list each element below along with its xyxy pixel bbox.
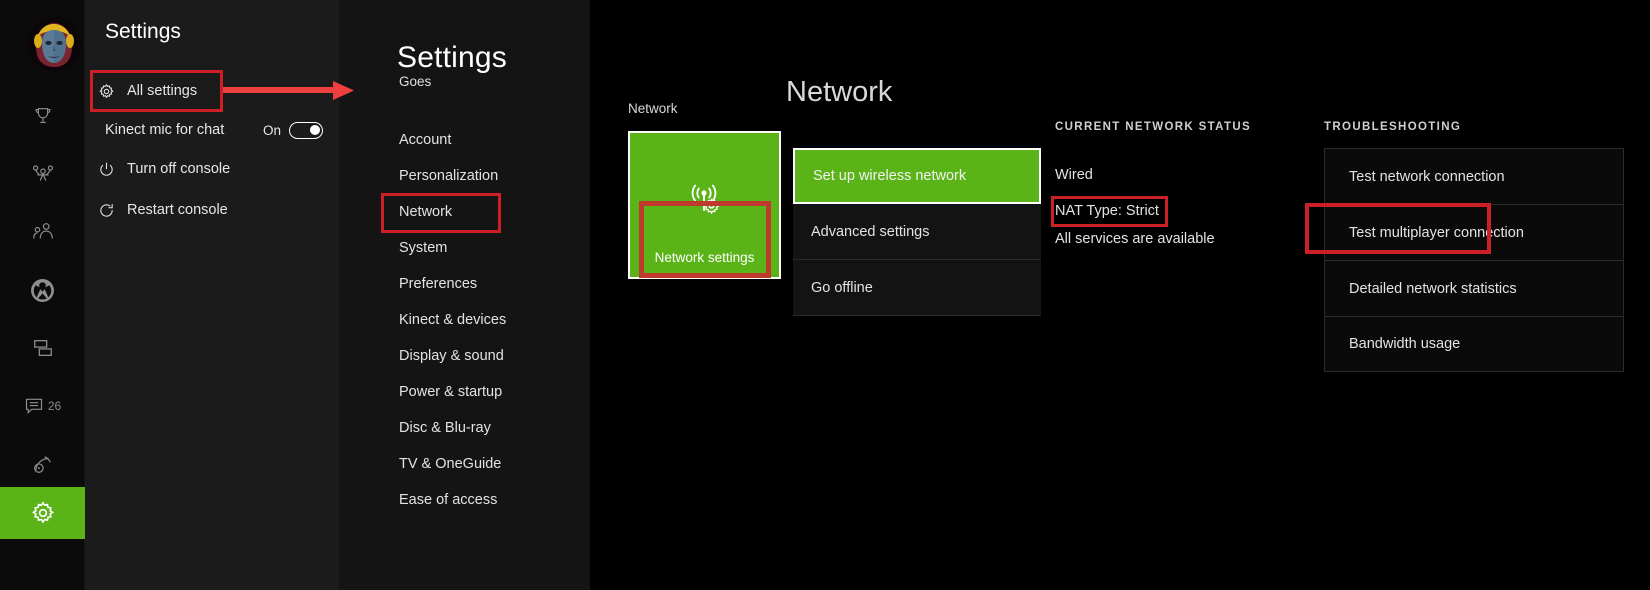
flyout-item-all-settings[interactable]: All settings [85, 71, 339, 111]
troubleshooting-label: Detailed network statistics [1349, 280, 1517, 297]
troubleshooting-test-multiplayer-connection[interactable]: Test multiplayer connection [1324, 204, 1624, 260]
page-title: Network [786, 76, 893, 108]
flyout-item-label: Kinect mic for chat [105, 122, 225, 138]
menu-item-display-sound[interactable]: Display & sound [339, 338, 590, 374]
menu-item-ease-of-access[interactable]: Ease of access [339, 482, 590, 518]
wireless-settings-icon [630, 181, 779, 221]
menu-item-system[interactable]: System [339, 230, 590, 266]
action-label: Set up wireless network [813, 168, 967, 184]
restart-icon [85, 202, 127, 219]
settings-menu-column: Settings Goes Account Personalization Ne… [339, 0, 590, 590]
xbox-logo-icon[interactable] [0, 261, 85, 319]
status-line-wired: Wired [1055, 167, 1093, 183]
menu-item-label: Power & startup [399, 384, 503, 400]
troubleshooting-list: Test network connection Test multiplayer… [1324, 148, 1624, 372]
settings-flyout-pane: Settings All settings Kinect mic for cha… [85, 0, 339, 590]
user-avatar[interactable] [27, 17, 81, 71]
left-icon-rail: 26 [0, 0, 85, 590]
achievements-trophy-icon[interactable] [0, 87, 85, 145]
menu-item-label: TV & OneGuide [399, 456, 502, 472]
menu-item-label: Ease of access [399, 492, 498, 508]
menu-item-tv-oneguide[interactable]: TV & OneGuide [339, 446, 590, 482]
toggle-knob [310, 124, 320, 135]
network-page-content: Network Network Network settings Set up … [590, 0, 1650, 590]
troubleshooting-heading: TROUBLESHOOTING [1324, 121, 1462, 133]
menu-item-network[interactable]: Network [339, 194, 590, 230]
troubleshooting-label: Test network connection [1349, 168, 1505, 185]
troubleshooting-test-network-connection[interactable]: Test network connection [1324, 148, 1624, 204]
network-actions-list: Set up wireless network Advanced setting… [793, 148, 1041, 316]
status-line-nat-type: NAT Type: Strict [1055, 203, 1159, 219]
sidebar-item-settings[interactable] [0, 487, 85, 539]
gear-icon [85, 83, 127, 100]
status-line-services: All services are available [1055, 231, 1215, 247]
network-column-label: Network [628, 101, 678, 116]
menu-item-label: Account [399, 132, 452, 148]
menu-item-disc-bluray[interactable]: Disc & Blu-ray [339, 410, 590, 446]
flyout-item-turn-off-console[interactable]: Turn off console [85, 149, 339, 189]
action-advanced-settings[interactable]: Advanced settings [793, 204, 1041, 260]
current-network-status-heading: CURRENT NETWORK STATUS [1055, 121, 1252, 133]
multitask-snap-icon[interactable] [0, 319, 85, 377]
menu-item-label: Network [399, 204, 453, 220]
settings-menu-subtitle: Goes [399, 74, 432, 89]
menu-item-label: Display & sound [399, 348, 504, 364]
menu-item-kinect-devices[interactable]: Kinect & devices [339, 302, 590, 338]
menu-item-label: Kinect & devices [399, 312, 507, 328]
troubleshooting-detailed-network-statistics[interactable]: Detailed network statistics [1324, 260, 1624, 316]
power-icon [85, 161, 127, 178]
flyout-item-label: Restart console [127, 202, 228, 218]
party-multiplayer-icon[interactable] [0, 145, 85, 203]
menu-item-label: Personalization [399, 168, 499, 184]
kinect-mic-toggle-group[interactable]: On [263, 110, 323, 150]
xbox-settings-screen: 26 Settings All settings Kinect mic for … [0, 0, 1650, 590]
flyout-item-kinect-mic[interactable]: Kinect mic for chat On [85, 110, 339, 150]
troubleshooting-label: Test multiplayer connection [1349, 224, 1524, 241]
action-label: Go offline [811, 279, 873, 296]
network-settings-tile-label: Network settings [654, 250, 755, 265]
flyout-title: Settings [105, 20, 181, 43]
messages-badge: 26 [47, 399, 62, 413]
menu-item-label: Disc & Blu-ray [399, 420, 491, 436]
action-label: Advanced settings [811, 223, 930, 240]
menu-item-personalization[interactable]: Personalization [339, 158, 590, 194]
kinect-mic-toggle[interactable] [289, 121, 323, 139]
network-settings-tile[interactable]: Network settings [628, 131, 781, 279]
flyout-item-label: Turn off console [127, 161, 231, 177]
flyout-item-restart-console[interactable]: Restart console [85, 190, 339, 230]
action-set-up-wireless-network[interactable]: Set up wireless network [793, 148, 1041, 204]
troubleshooting-label: Bandwidth usage [1349, 336, 1461, 352]
menu-item-preferences[interactable]: Preferences [339, 266, 590, 302]
menu-item-account[interactable]: Account [339, 122, 590, 158]
action-go-offline[interactable]: Go offline [793, 260, 1041, 316]
messages-icon[interactable]: 26 [0, 377, 85, 435]
flyout-item-label: All settings [127, 83, 198, 99]
menu-item-power-startup[interactable]: Power & startup [339, 374, 590, 410]
friends-icon[interactable] [0, 203, 85, 261]
menu-item-label: System [399, 240, 448, 256]
troubleshooting-bandwidth-usage[interactable]: Bandwidth usage [1324, 316, 1624, 372]
settings-menu-title: Settings [397, 41, 507, 74]
broadcast-capture-icon[interactable] [0, 435, 85, 493]
menu-item-label: Preferences [399, 276, 478, 292]
toggle-state-label: On [262, 122, 281, 138]
